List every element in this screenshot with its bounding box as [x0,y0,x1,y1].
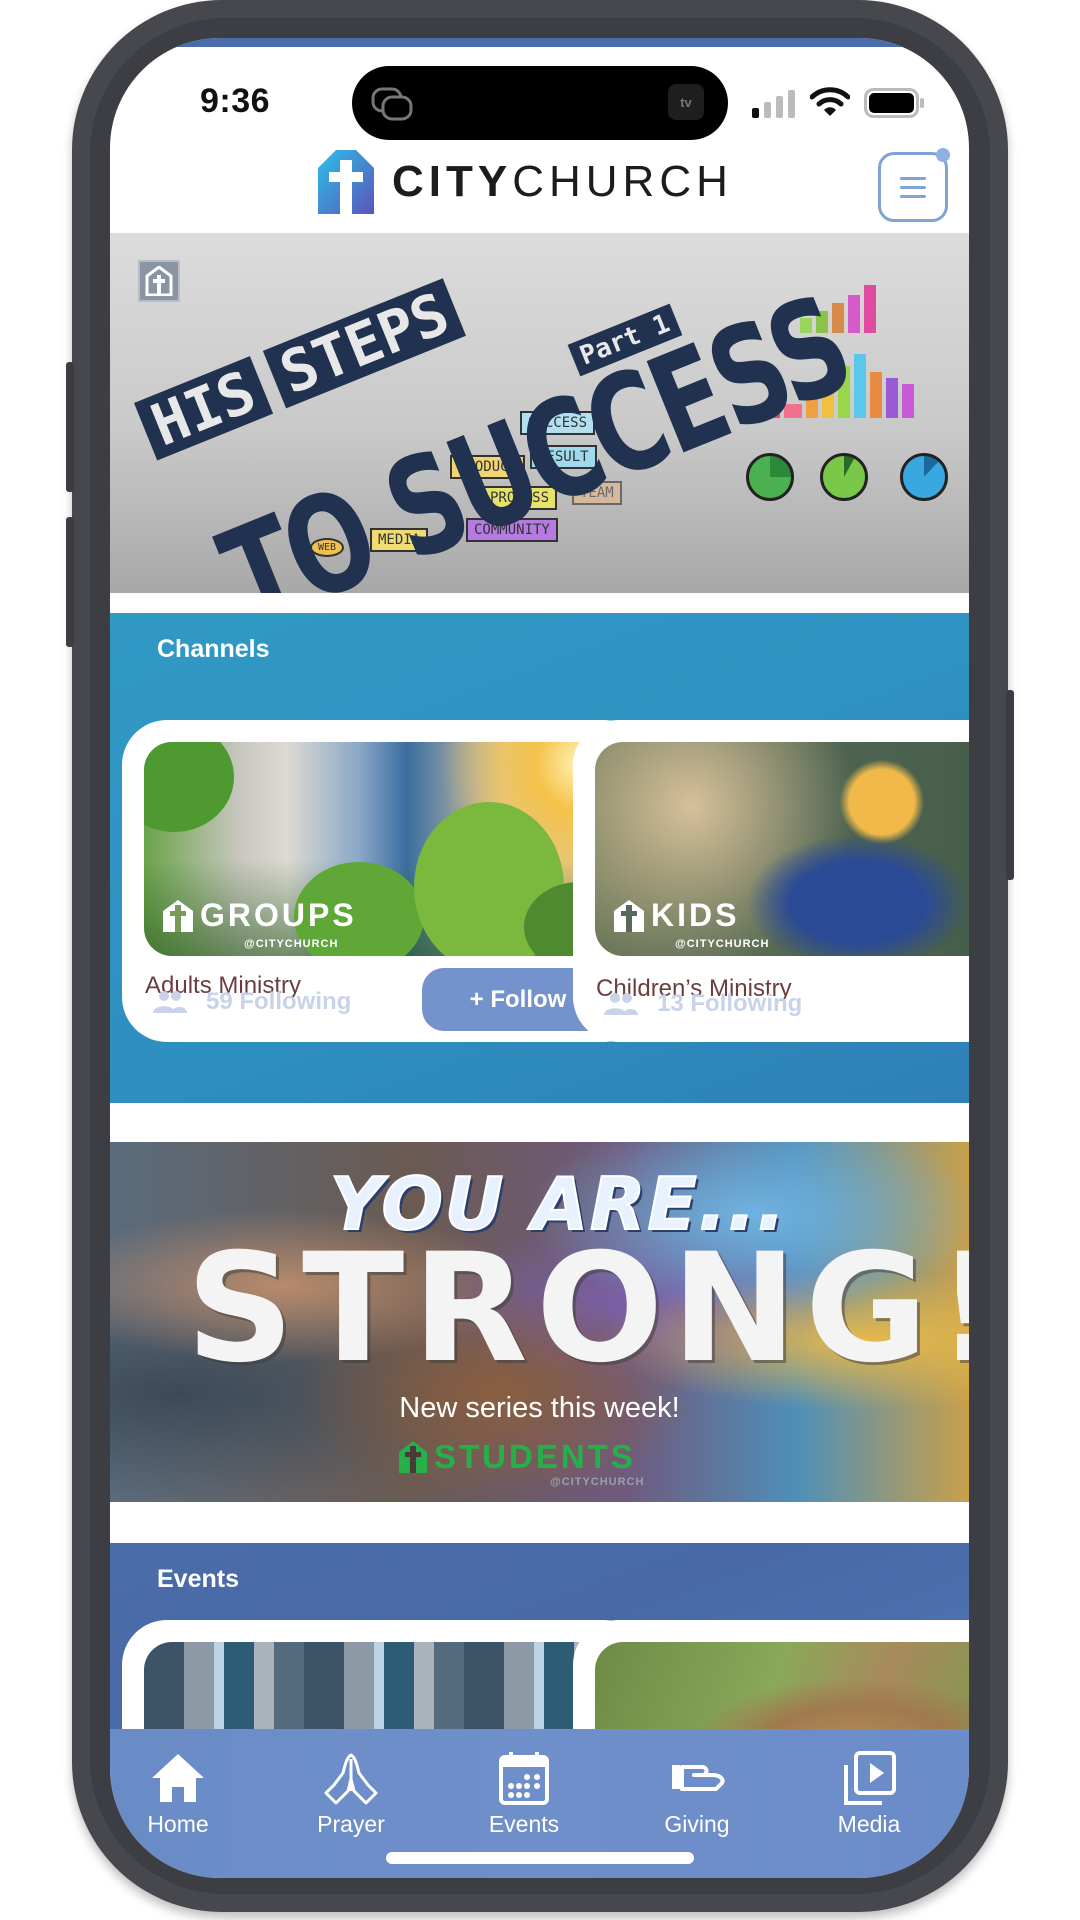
power-button [1006,690,1014,880]
tag-subtitle: @CITYCHURCH [244,938,339,950]
signal-icon [752,90,795,118]
channel-image-groups: GROUPS @CITYCHURCH [144,742,622,956]
channel-card-children[interactable]: KIDS @CITYCHURCH Children’s Ministry 13 … [573,720,969,1042]
students-brand: STUDENTS [398,1438,636,1476]
media-play-icon [844,1751,896,1805]
hero-title-line2: TO SUCCESS [201,266,869,593]
students-subtitle: @CITYCHURCH [550,1476,645,1488]
channel-card-adults[interactable]: GROUPS @CITYCHURCH Adults Ministry 59 Fo… [122,720,649,1042]
people-icon [604,993,638,1015]
praying-hands-icon [324,1753,378,1805]
nav-label: Media [837,1811,901,1837]
wifi-icon [810,87,850,116]
church-cross-logo-icon [318,150,374,214]
top-accent-stripe [110,38,969,47]
nav-media[interactable]: Media [809,1751,929,1838]
apple-tv-icon: tv [668,84,704,120]
church-cross-icon [614,899,644,932]
following-text: 13 Following [657,990,803,1017]
church-cross-icon [399,1441,427,1473]
nav-label: Giving [664,1811,730,1837]
city-church-logo[interactable]: CITYCHURCH [314,146,733,218]
volume-up-button [66,362,74,492]
promo-line2: STRONG! [186,1222,969,1396]
channels-section: Channels GROUPS @CITYCHURCH Adults Minis… [110,613,969,1103]
nav-events[interactable]: Events [464,1751,584,1838]
events-title: Events [157,1565,239,1593]
promo-subtitle: New series this week! [399,1392,680,1424]
screen-mirroring-icon [371,87,413,121]
following-count: 13 Following [603,990,802,1018]
doodle-pie-chart [820,453,868,501]
hamburger-line [900,186,926,189]
giving-hand-icon [672,1765,725,1791]
volume-down-button [66,517,74,647]
channel-image-kids: KIDS @CITYCHURCH [595,742,969,956]
nav-home[interactable]: Home [118,1751,238,1838]
groups-tag: GROUPS [162,897,357,934]
image-tree [144,742,234,832]
home-icon [152,1754,204,1802]
home-indicator[interactable] [386,1852,694,1864]
church-cross-icon [163,899,193,932]
nav-label: Home [147,1811,209,1837]
events-section: Events [110,1543,969,1820]
following-text: 59 Following [206,988,352,1015]
doodle-pie-chart [746,453,794,501]
calendar-icon [499,1752,549,1805]
dynamic-island: tv [352,66,728,140]
nav-label: Events [488,1811,560,1837]
kids-tag: KIDS [613,897,739,934]
church-badge-icon [138,260,180,302]
tag-word: KIDS [651,897,740,933]
status-time: 9:36 [200,82,271,120]
following-count: 59 Following [152,988,351,1016]
promo-banner-you-are-strong[interactable]: YOU ARE... STRONG! New series this week!… [110,1142,969,1502]
doodle-pie-chart [900,453,948,501]
tag-subtitle: @CITYCHURCH [675,938,770,950]
nav-giving[interactable]: Giving [637,1751,757,1838]
nav-prayer[interactable]: Prayer [291,1751,411,1838]
channels-title: Channels [157,635,270,663]
tag-word: GROUPS [200,897,357,933]
battery-icon [864,88,924,118]
hamburger-line [900,195,926,198]
hero-word: HIS [134,356,273,461]
notification-dot [936,148,950,162]
hamburger-menu-icon [900,177,926,180]
menu-button[interactable] [878,152,948,222]
hero-banner-his-steps-to-success[interactable]: SUCCESS RESULT PRODUCT PROCESS TEAM COMM… [110,233,969,593]
bottom-navigation: Home Prayer Events Giving Media [110,1729,969,1878]
people-icon [153,991,187,1013]
phone-screen: 9:36 tv CITYCHURCH SUCCESS RESULT PRODUC… [110,38,969,1878]
logo-wordmark: CITYCHURCH [392,157,733,206]
hero-word: STEPS [262,278,467,409]
nav-label: Prayer [317,1811,385,1837]
students-word: STUDENTS [434,1438,636,1475]
